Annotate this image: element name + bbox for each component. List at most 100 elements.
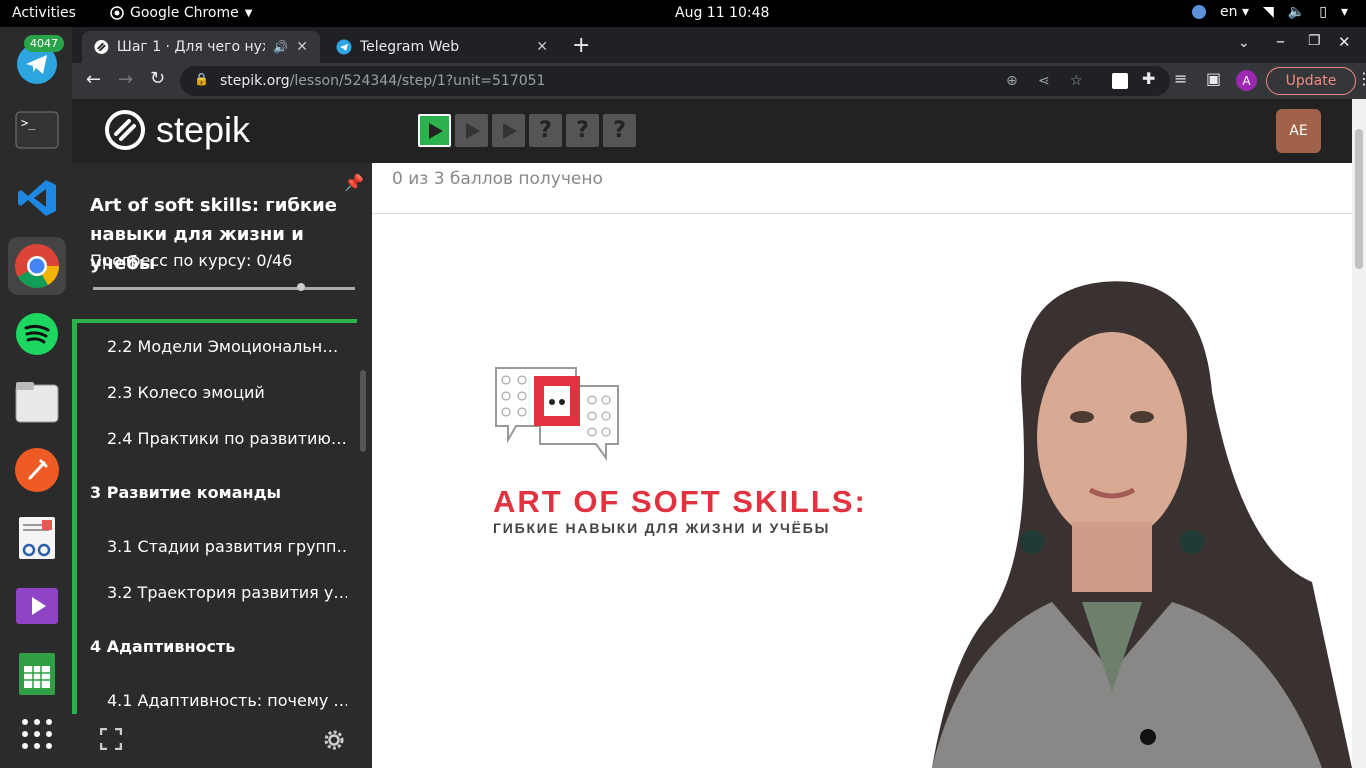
play-icon <box>502 122 517 139</box>
chrome-icon <box>15 244 59 288</box>
dock-files[interactable] <box>8 373 66 431</box>
dock-vscode[interactable] <box>8 169 66 227</box>
close-window-icon[interactable]: ✕ <box>1338 33 1351 51</box>
video-player[interactable]: ART OF SOFT SKILLS: ГИБКИЕ НАВЫКИ ДЛЯ ЖИ… <box>372 214 1352 768</box>
lesson-item[interactable]: 4.1 Адаптивность: почему … <box>107 691 347 710</box>
video-icon <box>16 588 58 624</box>
video-subtitle: ГИБКИЕ НАВЫКИ ДЛЯ ЖИЗНИ И УЧЁБЫ <box>493 520 831 536</box>
scrollbar-thumb[interactable] <box>1355 129 1363 269</box>
lesson-item[interactable]: 2.4 Практики по развитию… <box>107 429 347 448</box>
dock-video[interactable] <box>8 577 66 635</box>
section-item[interactable]: 3 Развитие команды <box>90 483 281 502</box>
language-indicator[interactable]: en ▾ <box>1220 4 1249 20</box>
maximize-icon[interactable]: ❐ <box>1308 33 1321 49</box>
app-grid-icon <box>22 719 52 749</box>
course-progress-label: Прогресс по курсу: 0/46 <box>90 251 293 270</box>
tab-search-icon[interactable]: ⌄ <box>1238 35 1250 51</box>
step-video[interactable] <box>492 114 525 147</box>
lesson-number: 2.3 <box>107 383 133 402</box>
minimize-icon[interactable]: – <box>1276 31 1285 52</box>
sidebar-scrollbar[interactable] <box>360 370 366 452</box>
lesson-number: 3.2 <box>107 583 133 602</box>
media-control-icon[interactable]: ≡ <box>1174 69 1187 88</box>
lesson-title: Практики по развитию… <box>137 429 347 448</box>
bookmark-star-icon[interactable]: ☆ <box>1070 73 1083 89</box>
question-icon: ? <box>613 118 626 143</box>
volume-icon[interactable]: 🔈 <box>1288 4 1305 20</box>
new-tab-button[interactable]: + <box>572 33 590 58</box>
dock-chrome[interactable] <box>8 237 66 295</box>
chrome-small-icon <box>110 6 124 20</box>
files-icon <box>15 382 59 423</box>
tab-label: Шаг 1 · Для чего нужн <box>116 39 265 55</box>
reload-icon[interactable]: ↻ <box>150 68 165 89</box>
clock[interactable]: Aug 11 10:48 <box>675 5 769 21</box>
profile-avatar[interactable]: A <box>1236 70 1257 91</box>
step-quiz[interactable]: ? <box>566 114 599 147</box>
tab-label: Telegram Web <box>360 39 460 55</box>
back-icon[interactable]: ← <box>86 69 101 90</box>
update-button[interactable]: Update <box>1266 67 1356 95</box>
step-video-current[interactable] <box>418 114 451 147</box>
logo-text: stepik <box>156 109 251 150</box>
close-tab-icon[interactable]: ✕ <box>536 39 548 55</box>
dock-terminal[interactable]: >_ <box>8 101 66 159</box>
zoom-icon[interactable]: ⊕ <box>1006 73 1018 89</box>
power-menu-icon[interactable]: ▾ <box>1341 4 1348 20</box>
tab-telegram[interactable]: Telegram Web ✕ <box>324 31 560 63</box>
lesson-title: Колесо эмоций <box>137 383 265 402</box>
user-avatar[interactable]: AE <box>1276 109 1321 153</box>
lesson-number: 3.1 <box>107 537 133 556</box>
pin-icon[interactable]: 📌 <box>344 173 364 192</box>
lesson-item[interactable]: 2.2 Модели Эмоциональн… <box>107 337 347 356</box>
dock-postman[interactable] <box>8 441 66 499</box>
lesson-item[interactable]: 3.2 Траектория развития у… <box>107 583 347 602</box>
dock-spotify[interactable] <box>8 305 66 363</box>
battery-icon[interactable]: ▯ <box>1319 4 1327 20</box>
lesson-item[interactable]: 3.1 Стадии развития групп… <box>107 537 347 556</box>
play-icon <box>428 122 443 139</box>
fullscreen-icon[interactable] <box>100 728 122 750</box>
step-video[interactable] <box>455 114 488 147</box>
lesson-number: 2.4 <box>107 429 133 448</box>
system-tray[interactable]: en ▾ ◥ 🔈 ▯ ▾ <box>1192 4 1348 20</box>
lock-icon[interactable]: 🔒 <box>194 72 209 86</box>
postman-icon <box>15 448 59 492</box>
extensions-puzzle-icon[interactable]: ✚ <box>1142 69 1155 88</box>
play-icon <box>465 122 480 139</box>
share-icon[interactable]: ⋖ <box>1038 73 1050 89</box>
dock-app-grid[interactable] <box>8 705 66 763</box>
course-progress-bar <box>93 287 355 290</box>
tab-stepik[interactable]: Шаг 1 · Для чего нужн 🔊 ✕ <box>82 31 320 63</box>
svg-text:>_: >_ <box>21 116 36 130</box>
wifi-icon[interactable]: ◥ <box>1263 4 1274 20</box>
reader-icon <box>19 517 55 559</box>
page-scrollbar[interactable] <box>1352 99 1366 768</box>
section-title: Развитие команды <box>106 483 281 502</box>
side-panel-icon[interactable]: ▣ <box>1206 69 1221 88</box>
step-quiz[interactable]: ? <box>529 114 562 147</box>
step-quiz[interactable]: ? <box>603 114 636 147</box>
sidebar-footer <box>72 718 372 768</box>
dock-reader[interactable] <box>8 509 66 567</box>
lesson-title: Стадии развития групп… <box>137 537 347 556</box>
chrome-menu-icon[interactable]: ⋮ <box>1356 69 1366 88</box>
audio-icon[interactable]: 🔊 <box>273 40 288 54</box>
extension-icon[interactable] <box>1112 73 1128 89</box>
activities-button[interactable]: Activities <box>12 5 76 21</box>
lesson-item[interactable]: 2.3 Колесо эмоций <box>107 383 347 402</box>
lesson-list: 2.2 Модели Эмоциональн… 2.3 Колесо эмоци… <box>72 319 357 714</box>
section-item[interactable]: 4 Адаптивность <box>90 637 235 656</box>
address-bar[interactable]: 🔒 stepik.org/lesson/524344/step/1?unit=5… <box>180 66 1170 96</box>
gear-icon[interactable] <box>322 728 346 752</box>
dock-calc[interactable] <box>8 645 66 703</box>
language-label: en <box>1220 4 1238 20</box>
globe-icon[interactable] <box>1192 5 1207 19</box>
forward-icon[interactable]: → <box>118 69 133 90</box>
lesson-number: 2.2 <box>107 337 133 356</box>
course-sidebar: 📌 Art of soft skills: гибкие навыки для … <box>72 163 372 768</box>
app-menu[interactable]: Google Chrome ▼ <box>110 5 252 21</box>
close-tab-icon[interactable]: ✕ <box>296 39 308 55</box>
stepik-logo[interactable]: stepik <box>104 109 250 151</box>
app-name: Google Chrome <box>130 5 239 21</box>
